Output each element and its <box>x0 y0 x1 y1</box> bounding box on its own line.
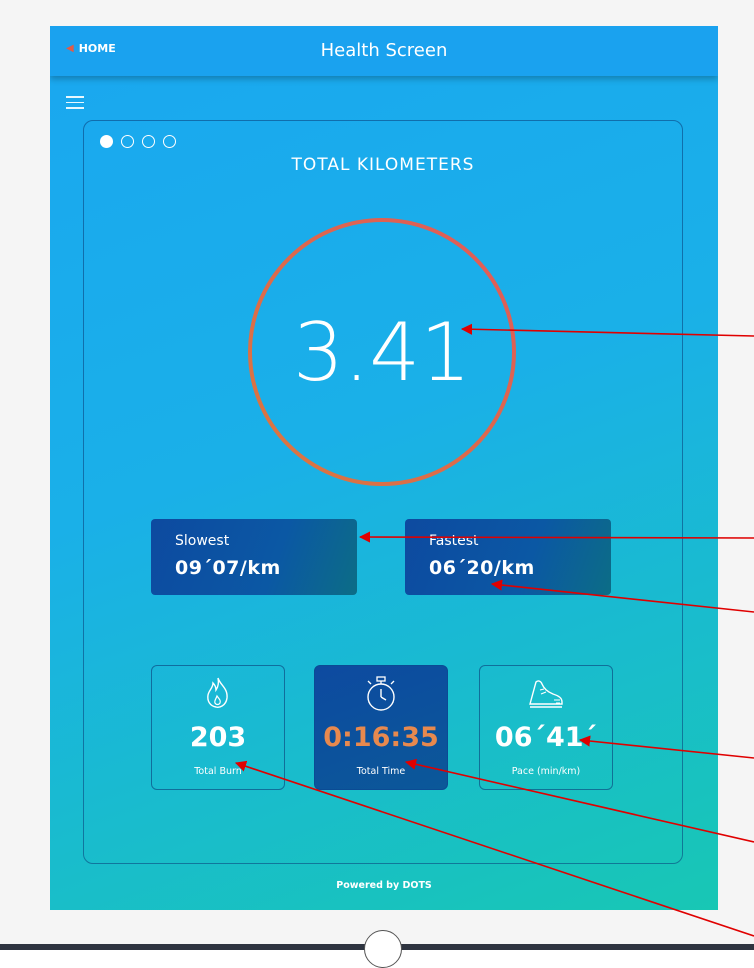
total-time-tile: 0:16:35 Total Time <box>314 665 448 790</box>
page-title: Health Screen <box>320 40 448 61</box>
page-indicator[interactable] <box>100 135 176 148</box>
top-nav-bar: ◀ HOME Health Screen <box>50 26 718 76</box>
running-shoe-icon <box>480 676 612 712</box>
slowest-label: Slowest <box>175 533 230 549</box>
page-dot-3[interactable] <box>142 135 155 148</box>
page-dot-2[interactable] <box>121 135 134 148</box>
powered-by-footer: Powered by DOTS <box>336 880 432 891</box>
flame-icon <box>152 676 284 712</box>
total-time-value: 0:16:35 <box>323 722 439 753</box>
total-kilometers-card: TOTAL KILOMETERS 3.41 Slowest 09´07/km F… <box>83 120 683 864</box>
stopwatch-icon <box>315 676 447 712</box>
slowest-value: 09´07/km <box>175 557 281 579</box>
total-burn-tile: 203 Total Burn <box>151 665 285 790</box>
device-home-button[interactable] <box>364 930 402 968</box>
total-burn-caption: Total Burn <box>194 766 242 777</box>
fastest-label: Fastest <box>429 533 479 549</box>
hamburger-menu-icon[interactable] <box>66 96 84 109</box>
distance-value: 3.41 <box>292 305 472 399</box>
fastest-value: 06´20/km <box>429 557 535 579</box>
total-time-caption: Total Time <box>356 766 406 777</box>
card-title: TOTAL KILOMETERS <box>291 155 475 175</box>
app-screen: ◀ HOME Health Screen TOTAL KILOMETERS 3.… <box>50 26 718 910</box>
fastest-pace-box: Fastest 06´20/km <box>405 519 611 595</box>
page-dot-4[interactable] <box>163 135 176 148</box>
pace-caption: Pace (min/km) <box>511 766 581 777</box>
slowest-pace-box: Slowest 09´07/km <box>151 519 357 595</box>
pace-value: 06´41´ <box>494 722 598 753</box>
page-dot-1[interactable] <box>100 135 113 148</box>
pace-tile: 06´41´ Pace (min/km) <box>479 665 613 790</box>
total-burn-value: 203 <box>189 722 247 753</box>
